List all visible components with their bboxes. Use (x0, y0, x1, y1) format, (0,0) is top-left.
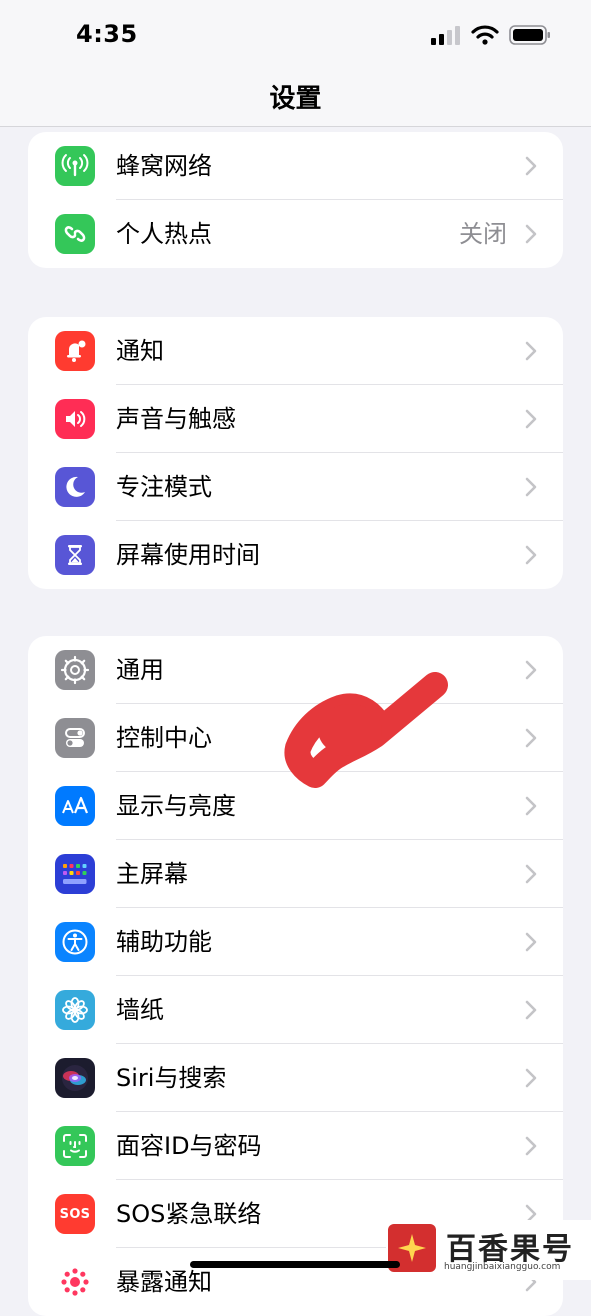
text-size-icon (55, 786, 95, 826)
app-grid-icon (55, 854, 95, 894)
row-personal-hotspot[interactable]: 个人热点 关闭 (28, 200, 563, 268)
hotspot-status-value: 关闭 (459, 220, 507, 248)
chevron-right-icon (525, 156, 537, 176)
chevron-right-icon (525, 477, 537, 497)
chevron-right-icon (525, 796, 537, 816)
row-wallpaper[interactable]: 墙纸 (28, 976, 563, 1044)
face-id-icon (55, 1126, 95, 1166)
row-label: 屏幕使用时间 (116, 541, 260, 569)
chevron-right-icon (525, 409, 537, 429)
row-label: 暴露通知 (116, 1268, 212, 1296)
row-screen-time[interactable]: 屏幕使用时间 (28, 521, 563, 589)
row-label: 专注模式 (116, 473, 212, 501)
speaker-icon (55, 399, 95, 439)
row-label: 声音与触感 (116, 405, 236, 433)
cellular-signal-icon (431, 26, 460, 45)
annotation-scribble (284, 672, 448, 788)
row-label: 蜂窝网络 (116, 152, 212, 180)
navigation-bar: 4:35 设置 (0, 0, 591, 127)
hotspot-chain-icon (55, 214, 95, 254)
chevron-right-icon (525, 545, 537, 565)
row-label: 主屏幕 (116, 860, 188, 888)
chevron-right-icon (525, 660, 537, 680)
row-cellular[interactable]: 蜂窝网络 (28, 132, 563, 200)
row-label: 墙纸 (116, 996, 164, 1024)
row-label: 通用 (116, 656, 164, 684)
row-notifications[interactable]: 通知 (28, 317, 563, 385)
flower-icon (55, 990, 95, 1030)
chevron-right-icon (525, 932, 537, 952)
settings-group-notifications: 通知 声音与触感 专注模式 屏幕使用时间 (28, 317, 563, 589)
home-indicator[interactable] (190, 1261, 400, 1268)
cellular-antenna-icon (55, 146, 95, 186)
row-home-screen[interactable]: 主屏幕 (28, 840, 563, 908)
row-label: 面容ID与密码 (116, 1132, 262, 1160)
row-siri-search[interactable]: Siri与搜索 (28, 1044, 563, 1112)
status-icons (431, 24, 551, 46)
chevron-right-icon (525, 1068, 537, 1088)
wifi-icon (471, 25, 499, 45)
row-label: SOS紧急联络 (116, 1200, 262, 1228)
battery-icon (509, 25, 550, 45)
chevron-right-icon (525, 1136, 537, 1156)
status-time: 4:35 (76, 20, 138, 48)
row-label: 控制中心 (116, 724, 212, 752)
moon-icon (55, 467, 95, 507)
chevron-right-icon (525, 341, 537, 361)
row-label: 个人热点 (116, 220, 212, 248)
exposure-icon (55, 1262, 95, 1302)
chevron-right-icon (525, 1000, 537, 1020)
row-focus[interactable]: 专注模式 (28, 453, 563, 521)
chevron-right-icon (525, 728, 537, 748)
hourglass-icon (55, 535, 95, 575)
row-sounds-haptics[interactable]: 声音与触感 (28, 385, 563, 453)
row-label: Siri与搜索 (116, 1064, 227, 1092)
row-label: 显示与亮度 (116, 792, 236, 820)
notification-bell-icon (55, 331, 95, 371)
gear-icon (55, 650, 95, 690)
row-label: 辅助功能 (116, 928, 212, 956)
watermark-url: huangjinbaixiangguo.com (444, 1262, 561, 1272)
accessibility-icon (55, 922, 95, 962)
siri-icon (55, 1058, 95, 1098)
status-bar: 4:35 (0, 0, 591, 70)
settings-group-network: 蜂窝网络 个人热点 关闭 (28, 132, 563, 268)
chevron-right-icon (525, 224, 537, 244)
sos-icon: SOS (55, 1194, 95, 1234)
row-accessibility[interactable]: 辅助功能 (28, 908, 563, 976)
row-label: 通知 (116, 337, 164, 365)
toggles-icon (55, 718, 95, 758)
page-title: 设置 (269, 84, 322, 114)
watermark: 百香果号 huangjinbaixiangguo.com (386, 1220, 591, 1280)
sos-icon-text: SOS (59, 1206, 91, 1222)
row-face-id-passcode[interactable]: 面容ID与密码 (28, 1112, 563, 1180)
chevron-right-icon (525, 864, 537, 884)
